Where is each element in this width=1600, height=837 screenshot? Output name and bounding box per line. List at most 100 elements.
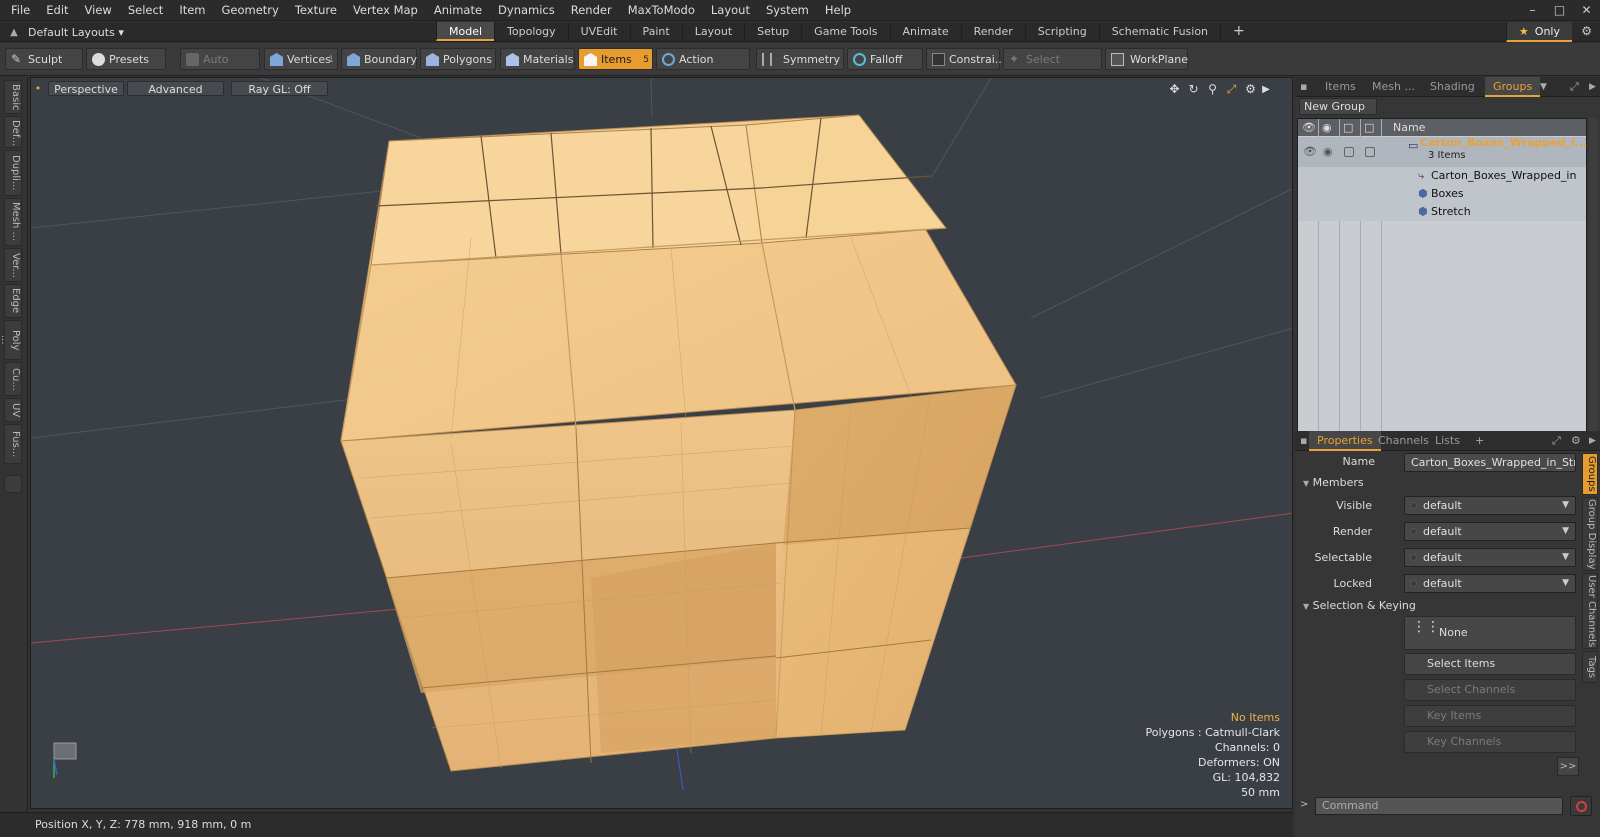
tab-uvedit[interactable]: UVEdit — [567, 22, 630, 41]
panel-maximize-icon[interactable]: ⤢ — [1552, 431, 1561, 451]
tab-fusion[interactable]: Fus... — [4, 424, 22, 464]
maximize-icon[interactable]: □ — [1546, 0, 1573, 21]
side-tab-group-display[interactable]: Group Display — [1582, 497, 1598, 571]
viewport-expand-icon[interactable]: ▶ — [1260, 84, 1272, 95]
sculpt-button[interactable]: ✎ Sculpt — [5, 48, 83, 70]
group-select-toggle[interactable] — [1365, 147, 1375, 157]
view-perspective-button[interactable]: Perspective — [48, 81, 124, 96]
tab-mesh[interactable]: Mesh ... — [1372, 77, 1415, 97]
tab-items[interactable]: Items — [1325, 77, 1356, 97]
menu-help[interactable]: Help — [817, 0, 859, 21]
list-item[interactable]: ⤷ Carton_Boxes_Wrapped_in ... — [1298, 167, 1586, 200]
select-col-icon[interactable]: □ — [1364, 119, 1374, 136]
side-tab-user-channels[interactable]: User Channels — [1582, 573, 1598, 649]
key-items-button[interactable]: Key Items — [1404, 705, 1576, 727]
materials-button[interactable]: Materials — [500, 48, 575, 70]
group-visibility-icon[interactable]: 👁 — [1303, 143, 1317, 161]
close-icon[interactable]: ✕ — [1573, 0, 1600, 21]
viewport-settings-icon[interactable]: ⚙ — [1241, 82, 1260, 96]
shading-mode-button[interactable]: Advanced — [127, 81, 224, 96]
minimize-icon[interactable]: – — [1519, 0, 1546, 21]
visibility-col-icon[interactable]: 👁 — [1302, 119, 1316, 136]
action-center-button[interactable]: Action Center — [656, 48, 750, 88]
tab-curve[interactable]: Cu... — [4, 362, 22, 396]
panel-maximize-icon[interactable]: ⤢ — [1570, 77, 1579, 97]
group-row[interactable]: 👁 ◉ ▭ Carton_Boxes_Wrapped_i... 3 Items — [1298, 136, 1587, 167]
side-tab-tags[interactable]: Tags — [1582, 651, 1598, 683]
lock-col-icon[interactable]: □ — [1343, 119, 1353, 136]
select-items-button[interactable]: Select Items — [1404, 653, 1576, 675]
render-col-icon[interactable]: ◉ — [1322, 119, 1332, 136]
tab-edge[interactable]: Edge — [4, 284, 22, 318]
menu-layout[interactable]: Layout — [703, 0, 758, 21]
render-dropdown[interactable]: default ▼ — [1404, 522, 1576, 541]
tab-game-tools[interactable]: Game Tools — [801, 22, 889, 41]
select-through-button[interactable]: ✦ Select Through — [1003, 48, 1102, 88]
rotate-icon[interactable]: ↻ — [1184, 82, 1203, 96]
tab-topology[interactable]: Topology — [494, 22, 568, 41]
vertices-button[interactable]: Vertices 1 — [264, 48, 338, 70]
tab-basic[interactable]: Basic — [4, 80, 22, 114]
constraints-button[interactable]: Constrai... — [926, 48, 1005, 70]
new-group-button[interactable]: New Group — [1299, 98, 1377, 115]
tab-model[interactable]: Model — [436, 22, 495, 41]
carton-boxes-mesh[interactable] — [340, 114, 1017, 772]
tab-uv[interactable]: UV — [4, 398, 22, 422]
menu-maxtomodo[interactable]: MaxToModo — [620, 0, 703, 21]
name-field[interactable]: Carton_Boxes_Wrapped_in_Stre — [1404, 453, 1576, 472]
raygl-button[interactable]: Ray GL: Off — [231, 81, 328, 96]
polygons-button[interactable]: Polygons — [420, 48, 496, 70]
members-section-header[interactable]: ▼ Members — [1303, 476, 1364, 489]
tab-paint[interactable]: Paint — [629, 22, 682, 41]
menu-geometry[interactable]: Geometry — [214, 0, 287, 21]
tab-groups[interactable]: Groups — [1485, 77, 1541, 97]
menu-system[interactable]: System — [758, 0, 817, 21]
tab-layout[interactable]: Layout — [681, 22, 744, 41]
selection-keying-header[interactable]: ▼ Selection & Keying — [1303, 599, 1416, 612]
tab-poly[interactable]: Poly ... — [0, 320, 22, 360]
panel-more-icon[interactable]: ▶ — [1589, 77, 1596, 97]
tab-setup[interactable]: Setup — [744, 22, 801, 41]
presets-button[interactable]: Presets — [86, 48, 166, 70]
collapse-icon[interactable] — [4, 475, 22, 493]
key-channels-button[interactable]: Key Channels — [1404, 731, 1576, 753]
locked-dropdown[interactable]: default ▼ — [1404, 574, 1576, 593]
list-item[interactable]: ⬢ Boxes — [1298, 185, 1586, 203]
list-scrollbar[interactable] — [1589, 118, 1598, 433]
menu-dynamics[interactable]: Dynamics — [490, 0, 563, 21]
3d-viewport[interactable]: • Perspective Advanced Ray GL: Off ✥ ↻ ⚲… — [30, 77, 1293, 809]
group-render-icon[interactable]: ◉ — [1323, 143, 1333, 161]
menu-vertex-map[interactable]: Vertex Map — [345, 0, 426, 21]
items-button[interactable]: Items 5 — [578, 48, 653, 70]
tab-lists[interactable]: Lists — [1435, 431, 1460, 451]
select-channels-button[interactable]: Select Channels — [1404, 679, 1576, 701]
layouts-dropdown[interactable]: Default Layouts ▾ — [28, 26, 128, 39]
visible-dropdown[interactable]: default ▼ — [1404, 496, 1576, 515]
zoom-icon[interactable]: ⚲ — [1203, 82, 1222, 96]
boundary-button[interactable]: Boundary — [341, 48, 417, 70]
menu-texture[interactable]: Texture — [287, 0, 345, 21]
menu-render[interactable]: Render — [563, 0, 620, 21]
auto-select-button[interactable]: Auto Select — [180, 48, 260, 88]
record-macro-button[interactable] — [1570, 796, 1592, 816]
pan-icon[interactable]: ✥ — [1165, 82, 1184, 96]
tab-mesh[interactable]: Mesh ... — [4, 198, 22, 246]
only-toggle[interactable]: Only — [1535, 25, 1560, 38]
tab-animate[interactable]: Animate — [889, 22, 961, 41]
tab-duplicate[interactable]: Dupli... — [4, 150, 22, 196]
tab-scripting[interactable]: Scripting — [1024, 22, 1099, 41]
layout-arrow-icon[interactable]: ▲ — [0, 27, 28, 38]
side-tab-groups[interactable]: Groups — [1582, 453, 1598, 495]
group-lock-toggle[interactable] — [1344, 147, 1354, 157]
panel-dot-icon[interactable]: ▪ — [1300, 431, 1307, 451]
add-tab-icon[interactable]: + — [1220, 22, 1257, 41]
maximize-viewport-icon[interactable]: ⤢ — [1222, 82, 1241, 97]
panel-more-icon[interactable]: ▶ — [1589, 431, 1596, 451]
symmetry-button[interactable]: Symmetry — [756, 48, 844, 70]
expand-more-button[interactable]: >> — [1557, 757, 1579, 776]
workplane-button[interactable]: WorkPlane — [1105, 48, 1188, 70]
falloff-button[interactable]: Falloff — [847, 48, 923, 70]
tab-schematic-fusion[interactable]: Schematic Fusion — [1098, 22, 1220, 41]
tab-dropdown-icon[interactable]: ▼ — [1540, 77, 1547, 97]
panel-settings-icon[interactable]: ⚙ — [1571, 431, 1581, 451]
